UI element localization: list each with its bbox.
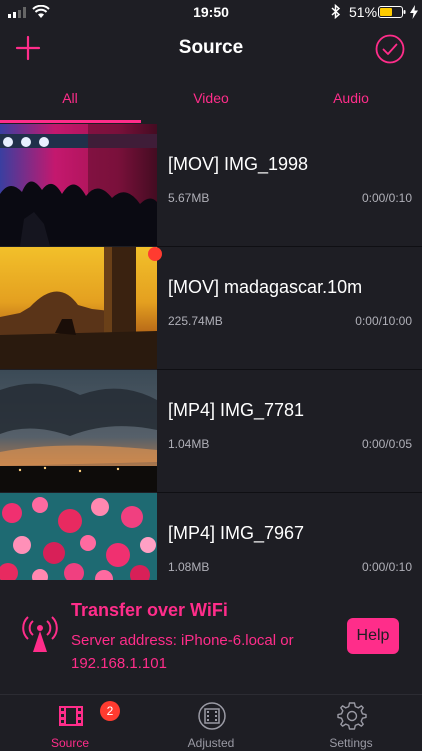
status-bar: 19:50 51% [0,0,422,24]
tabbar-label: Settings [329,736,373,750]
list-item[interactable]: [MP4] IMG_7967 1.08MB 0:00/0:10 [0,493,422,580]
tab-all[interactable]: All [0,72,140,120]
tabbar-adjusted[interactable]: Adjusted [161,695,261,751]
page-title: Source [178,37,244,58]
media-list: [MOV] IMG_1998 5.67MB 0:00/0:10 [MOV] ma [0,124,422,580]
list-item[interactable]: [MP4] IMG_7781 1.04MB 0:00/0:05 [0,370,422,493]
tab-video[interactable]: Video [141,72,281,120]
nav-bar: Source [0,24,422,72]
tabbar-label: Source [50,736,90,750]
server-ip-text: 192.168.1.101 [71,655,167,672]
item-size: 1.08MB [168,560,210,574]
new-item-indicator [148,247,162,261]
item-duration: 0:00/10:00 [355,314,412,328]
adjusted-film-icon [198,702,226,730]
battery-icon [378,6,406,18]
server-address-text: Server address: iPhone-6.local or [71,632,294,649]
item-title: [MOV] madagascar.10m [168,277,363,297]
check-circle-icon[interactable] [374,33,406,65]
item-size: 1.04MB [168,437,210,451]
active-tab-indicator [0,120,141,123]
video-thumbnail [0,493,157,580]
film-icon [59,706,83,726]
charging-icon [410,5,418,19]
item-title: [MP4] IMG_7967 [168,523,305,543]
bluetooth-icon [331,4,341,19]
item-duration: 0:00/0:05 [361,437,412,451]
video-thumbnail [0,370,157,492]
tabbar-settings[interactable]: Settings [301,695,401,751]
tabbar-label: Adjusted [187,736,235,750]
video-thumbnail [0,247,157,369]
item-title: [MOV] IMG_1998 [168,154,309,174]
list-item[interactable]: [MOV] IMG_1998 5.67MB 0:00/0:10 [0,124,422,247]
notification-badge: 2 [100,701,120,721]
wifi-transmitter-icon [22,616,58,652]
help-button[interactable]: Help [347,618,399,654]
bottom-tab-bar: 2 Source Adjusted Settings [0,694,422,751]
filter-tabs: All Video Audio [0,72,422,124]
gear-icon [337,702,367,730]
transfer-title: Transfer over WiFi [71,600,228,620]
item-size: 225.74MB [168,314,223,328]
battery-percent: 51% [349,4,378,20]
item-duration: 0:00/0:10 [361,560,412,574]
item-title: [MP4] IMG_7781 [168,400,305,420]
item-size: 5.67MB [168,191,210,205]
tab-audio[interactable]: Audio [281,72,421,120]
wifi-transfer-panel: Transfer over WiFi Server address: iPhon… [0,580,422,694]
list-item[interactable]: [MOV] madagascar.10m 225.74MB 0:00/10:00 [0,247,422,370]
item-duration: 0:00/0:10 [361,191,412,205]
video-thumbnail [0,124,157,246]
tabbar-source[interactable]: 2 Source [20,695,120,751]
plus-icon[interactable] [14,34,42,62]
